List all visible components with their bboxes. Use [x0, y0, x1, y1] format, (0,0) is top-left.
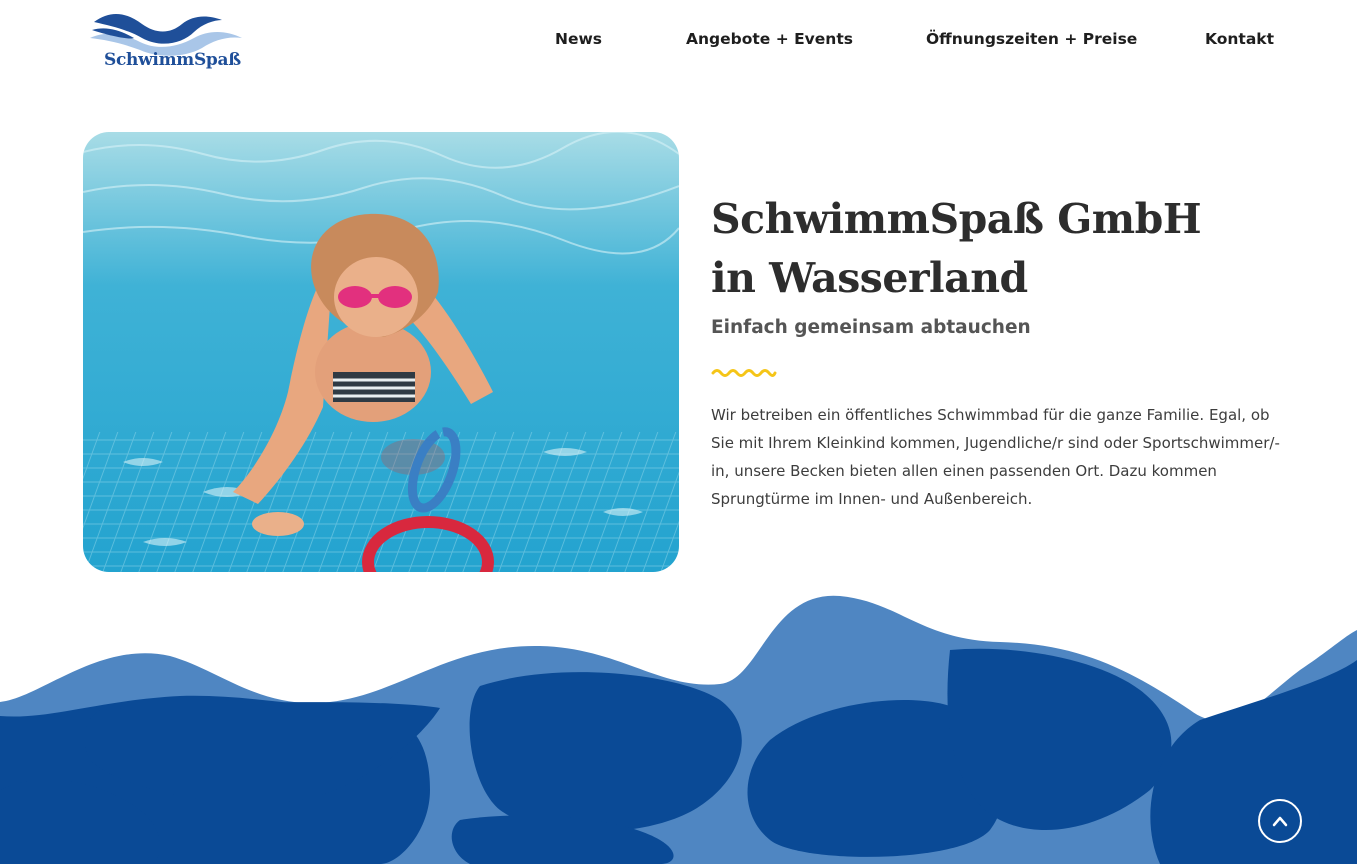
logo[interactable]: SchwimmSpaß [90, 8, 246, 74]
swimming-girl-photo [83, 132, 679, 572]
title-line-1: SchwimmSpaß GmbH [711, 195, 1202, 243]
nav-item-kontakt[interactable]: Kontakt [1205, 30, 1274, 48]
wave-background [0, 590, 1357, 864]
squiggle-divider-icon [711, 369, 777, 377]
subtitle: Einfach gemeinsam abtauchen [711, 317, 1031, 338]
chevron-up-icon [1272, 816, 1288, 827]
nav-item-news[interactable]: News [555, 30, 602, 48]
page-title: SchwimmSpaß GmbH in Wasserland [711, 190, 1331, 308]
wave-pattern [0, 595, 1357, 864]
nav-item-oeffnungszeiten-preise[interactable]: Öffnungszeiten + Preise [926, 30, 1137, 48]
intro-text: Wir betreiben ein öffentliches Schwimmba… [711, 406, 1280, 508]
title-line-2: in Wasserland [711, 254, 1028, 302]
scroll-top-button[interactable] [1258, 799, 1302, 843]
hero-image [83, 132, 679, 572]
nav-item-angebote-events[interactable]: Angebote + Events [686, 30, 853, 48]
logo-text: SchwimmSpaß [104, 50, 241, 70]
